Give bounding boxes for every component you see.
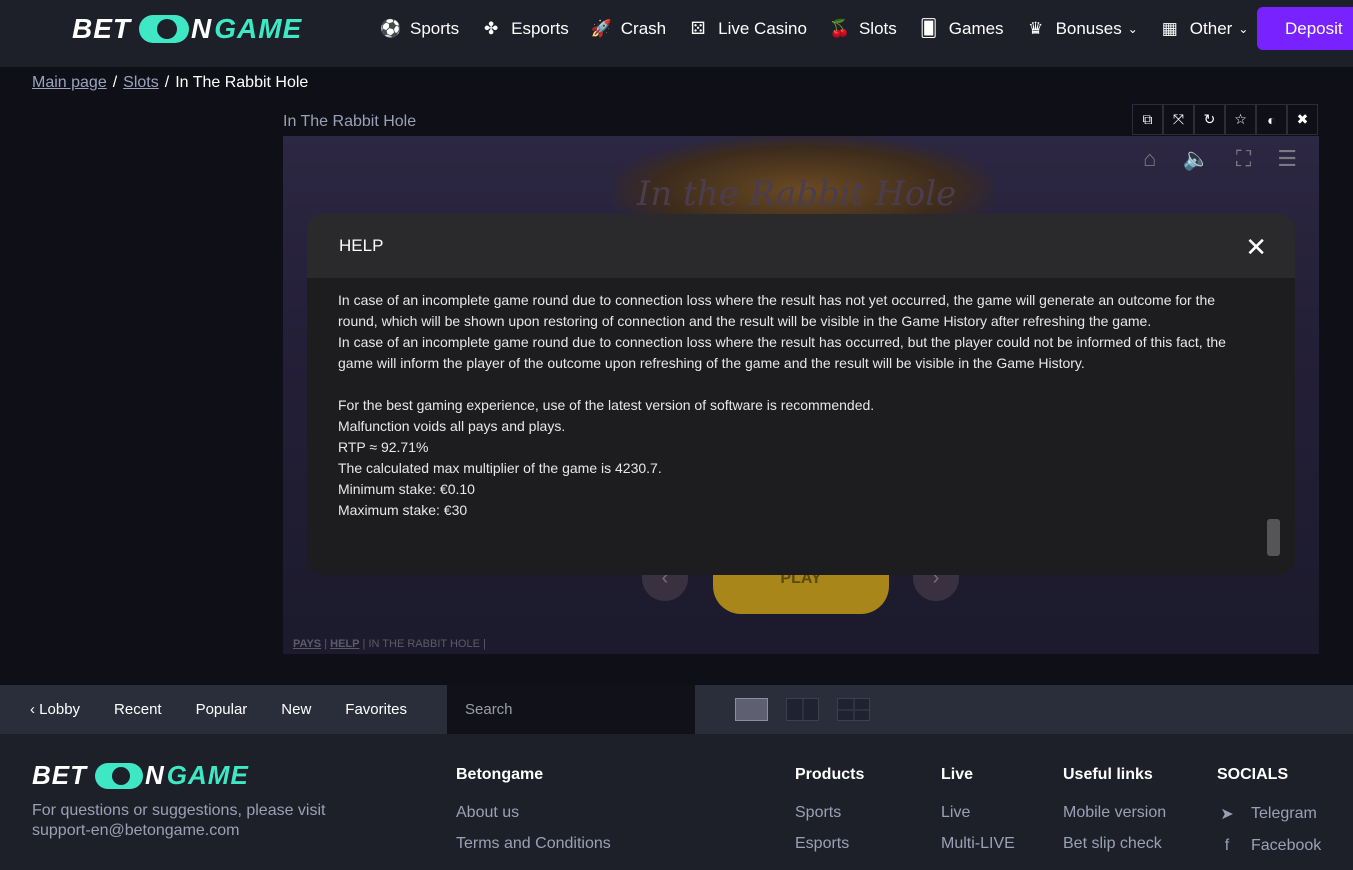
fullscreen-icon[interactable]: ⛶ [1236,146,1251,172]
rtp-value: RTP ≈ 92.71% [338,439,429,455]
main-nav: ⚽ Sports ✤ Esports 🚀 Crash ⚄ Live Casino 🍒 Sl… [380,0,1270,58]
footer-link-esports[interactable]: Esports [795,835,864,853]
close-icon[interactable]: ✕ [1245,232,1267,263]
chevron-down-icon: ⌄ [1127,22,1138,36]
footer-link-telegram[interactable]: ➤ Telegram [1217,804,1321,824]
crown-icon: ♛ [1027,19,1044,38]
breadcrumb: Main page / Slots / In The Rabbit Hole [32,74,309,92]
sound-icon[interactable]: 🔈 [1182,146,1209,172]
grid-icon: ▦ [1161,19,1178,38]
chevron-left-icon: ‹ [30,701,40,718]
deposit-button[interactable]: Deposit [1257,7,1353,50]
cards-icon: 🂠 [920,19,938,38]
cherry-icon: 🍒 [828,19,851,38]
footer-link-betslip[interactable]: Bet slip check [1063,835,1166,853]
layout-switcher [735,698,870,721]
chevron-down-icon: ⌄ [1238,22,1249,36]
site-logo[interactable]: BET N GAME [72,13,302,44]
scrollbar-thumb[interactable] [1267,519,1280,556]
support-text: For questions or suggestions, please vis… [32,801,362,841]
nav-esports[interactable]: ✤ Esports [481,19,569,39]
nav-other[interactable]: ▦ Other ⌄ [1160,19,1249,39]
max-stake: Maximum stake: €30 [338,502,468,518]
breadcrumb-main-page[interactable]: Main page [32,74,107,92]
footer-col-socials: SOCIALS ➤ Telegram f Facebook [1217,766,1322,855]
layout-quad-icon[interactable] [837,698,870,721]
toggle-icon[interactable]: ◐ [1256,104,1287,135]
help-link[interactable]: HELP [330,638,359,650]
footer-col-live: Live Live Multi-LIVE [941,766,1015,853]
telegram-icon: ➤ [1220,806,1234,823]
help-content: In case of an incomplete game round due … [338,290,1238,521]
site-footer: BET N GAME For questions or suggestions,… [0,734,1353,870]
dice-icon: ⚄ [690,19,706,38]
nav-crash[interactable]: 🚀 Crash [591,19,666,39]
help-modal: HELP ✕ In case of an incomplete game rou… [307,214,1295,575]
tab-favorites[interactable]: Favorites [328,701,424,718]
nav-slots[interactable]: 🍒 Slots [829,19,897,39]
tab-popular[interactable]: Popular [179,701,265,718]
lobby-button[interactable]: ‹ Lobby [0,701,97,718]
help-header: HELP ✕ [307,214,1295,278]
close-icon[interactable]: ✖ [1287,104,1318,135]
footer-link-terms[interactable]: Terms and Conditions [456,835,611,853]
facebook-icon: f [1224,837,1230,854]
game-menu-icons: ⌂ 🔈 ⛶ ☰ [1143,146,1297,172]
expand-icon[interactable]: ⤧ [1163,104,1194,135]
game-banner-title: In the Rabbit Hole [637,174,957,214]
footer-link-multilive[interactable]: Multi-LIVE [941,835,1015,853]
logo-toggle-icon [95,762,143,789]
search-input[interactable]: Search [447,685,695,734]
help-title: HELP [339,236,384,255]
game-name-label: IN THE RABBIT HOLE [368,638,480,650]
footer-col-betongame: Betongame About us Terms and Conditions [456,766,611,853]
pays-link[interactable]: PAYS [293,638,321,650]
home-icon[interactable]: ⌂ [1143,146,1156,172]
footer-col-products: Products Sports Esports [795,766,865,853]
footer-link-about[interactable]: About us [456,804,611,822]
menu-icon[interactable]: ☰ [1277,146,1297,172]
rocket-icon: 🚀 [590,19,612,38]
footer-col-useful: Useful links Mobile version Bet slip che… [1063,766,1167,853]
game-toolbar: ‹ Lobby Recent Popular New Favorites Sea… [0,685,1353,734]
game-controls: ⧉ ⤧ ↻ ☆ ◐ ✖ [1132,104,1318,135]
reload-icon[interactable]: ↻ [1194,104,1225,135]
star-icon[interactable]: ☆ [1225,104,1256,135]
footer-link-live[interactable]: Live [941,804,1015,822]
support-email[interactable]: support-en@betongame.com [32,821,362,841]
tab-new[interactable]: New [264,701,328,718]
layout-single-icon[interactable] [735,698,768,721]
min-stake: Minimum stake: €0.10 [338,481,475,497]
open-external-icon[interactable]: ⧉ [1132,104,1163,135]
breadcrumb-slots[interactable]: Slots [123,74,159,92]
layout-double-icon[interactable] [786,698,819,721]
nav-live-casino[interactable]: ⚄ Live Casino [688,19,807,39]
game-footer-links: PAYS | HELP | IN THE RABBIT HOLE | [293,638,486,650]
footer-logo[interactable]: BET N GAME [32,760,249,791]
breadcrumb-current: In The Rabbit Hole [175,74,309,91]
tab-recent[interactable]: Recent [97,701,179,718]
logo-toggle-icon [139,15,189,43]
footer-link-sports[interactable]: Sports [795,804,864,822]
nav-games[interactable]: 🂠 Games [919,19,1004,39]
esports-icon: ✤ [484,19,499,38]
nav-sports[interactable]: ⚽ Sports [380,19,459,39]
footer-link-facebook[interactable]: f Facebook [1217,837,1322,855]
top-bar: BET N GAME ⚽ Sports ✤ Esports 🚀 Crash ⚄ Live… [0,0,1353,67]
game-title: In The Rabbit Hole [283,113,417,130]
soccer-ball-icon: ⚽ [380,19,402,38]
footer-link-mobile[interactable]: Mobile version [1063,804,1166,822]
nav-bonuses[interactable]: ♛ Bonuses ⌄ [1026,19,1138,39]
